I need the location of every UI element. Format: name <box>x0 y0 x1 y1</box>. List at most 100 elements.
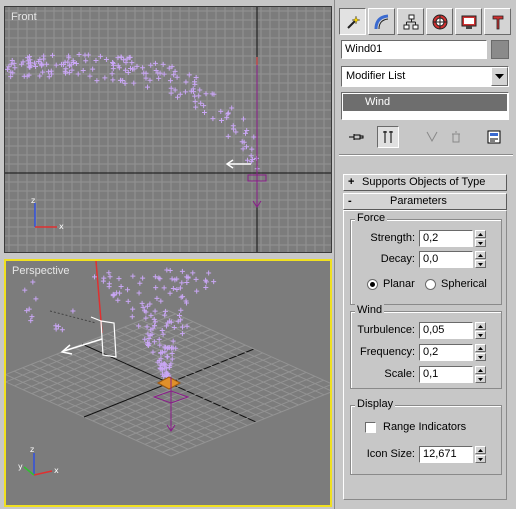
motion-icon <box>432 14 447 29</box>
display-icon <box>461 15 476 29</box>
range-indicators-label[interactable]: Range Indicators <box>383 421 466 433</box>
decay-spinner[interactable] <box>475 251 486 268</box>
particle <box>143 315 149 321</box>
modifier-stack[interactable]: Wind <box>341 92 509 120</box>
object-name-field[interactable]: Wind01 <box>341 40 487 59</box>
particle <box>183 79 189 85</box>
strength-input[interactable]: 0,2 <box>419 230 473 247</box>
particle <box>106 270 112 276</box>
particle <box>117 290 123 296</box>
front-viewport-label[interactable]: Front <box>11 11 37 23</box>
turbulence-input[interactable]: 0,05 <box>419 322 473 339</box>
frequency-input[interactable]: 0,2 <box>419 344 473 361</box>
particle <box>174 74 180 80</box>
icon-size-label: Icon Size: <box>366 448 415 460</box>
decay-row: Decay: 0,0 <box>351 251 501 269</box>
particle <box>123 60 129 66</box>
scale-spinner[interactable] <box>475 366 486 383</box>
particle <box>90 66 96 72</box>
particle <box>152 274 158 280</box>
show-end-result-button[interactable] <box>377 126 399 148</box>
rollout-collapse-icon: - <box>348 195 352 207</box>
make-unique-button[interactable] <box>421 126 443 148</box>
particle <box>110 77 116 83</box>
hierarchy-tab[interactable] <box>397 8 424 35</box>
spherical-radio[interactable] <box>425 279 436 290</box>
utilities-icon <box>492 15 503 29</box>
particle <box>107 274 113 280</box>
rollout-expand-icon: + <box>348 176 355 188</box>
particle <box>29 314 35 320</box>
particle <box>130 273 136 279</box>
pin-stack-button[interactable] <box>345 126 367 148</box>
show-end-result-icon <box>383 131 393 143</box>
motion-tab[interactable] <box>426 8 453 35</box>
particle <box>131 80 137 86</box>
particle <box>240 116 246 122</box>
particle <box>59 327 65 333</box>
icon-size-input[interactable]: 12,671 <box>419 446 473 463</box>
particle <box>8 61 14 67</box>
particle <box>139 300 145 306</box>
turbulence-label: Turbulence: <box>357 324 415 336</box>
axis-x-label: x <box>54 466 59 475</box>
grid-line <box>162 384 330 453</box>
chevron-down-icon[interactable] <box>491 67 508 86</box>
frequency-spinner[interactable] <box>475 344 486 361</box>
display-tab[interactable] <box>455 8 482 35</box>
configure-icon <box>487 130 501 144</box>
make-unique-icon <box>426 131 438 143</box>
planar-radio[interactable] <box>367 279 378 290</box>
spherical-label[interactable]: Spherical <box>441 278 487 290</box>
axis-x-icon <box>33 470 53 476</box>
parameters-rollout-body: Force Strength: 0,2 Decay: 0,0 Planar Sp… <box>343 210 507 500</box>
particle <box>46 74 52 80</box>
turbulence-row: Turbulence: 0,05 <box>351 322 501 340</box>
decay-input[interactable]: 0,0 <box>419 251 473 268</box>
particle <box>193 276 199 282</box>
particle <box>253 155 259 161</box>
particle <box>196 93 202 99</box>
front-viewport-canvas[interactable]: zx <box>5 7 331 252</box>
scale-input[interactable]: 0,1 <box>419 366 473 383</box>
turbulence-spinner[interactable] <box>475 322 486 339</box>
object-color-swatch[interactable] <box>491 40 509 59</box>
particle <box>210 116 216 122</box>
particle <box>129 314 135 320</box>
modifier-list-dropdown[interactable]: Modifier List <box>341 66 509 87</box>
rollout-parameters[interactable]: - Parameters <box>343 193 507 210</box>
stack-toolbar <box>341 124 509 148</box>
perspective-viewport-label[interactable]: Perspective <box>12 265 69 277</box>
particle <box>116 276 122 282</box>
utilities-tab[interactable] <box>484 8 511 35</box>
force-type-row: Planar Spherical <box>351 277 501 295</box>
perspective-viewport-canvas[interactable]: z x y <box>6 261 330 505</box>
range-indicators-checkbox[interactable] <box>365 422 376 433</box>
particle <box>184 280 190 286</box>
configure-modifier-sets-button[interactable] <box>483 126 505 148</box>
range-indicators-row: Range Indicators <box>351 420 501 438</box>
particle <box>147 301 153 307</box>
perspective-viewport[interactable]: Perspective z x y <box>4 259 332 507</box>
particle <box>115 297 121 303</box>
particle <box>110 293 116 299</box>
create-tab[interactable] <box>339 8 366 35</box>
modify-tab[interactable] <box>368 8 395 35</box>
stack-item-wind[interactable]: Wind <box>343 94 507 111</box>
particle <box>100 278 106 284</box>
particle <box>156 275 162 281</box>
planar-label[interactable]: Planar <box>383 278 415 290</box>
trash-icon <box>452 131 460 143</box>
grid-line <box>153 379 324 449</box>
particle <box>110 60 116 66</box>
command-panel: Wind01 Modifier List Wind + Supports Obje… <box>334 0 516 509</box>
rollout-supports-objects[interactable]: + Supports Objects of Type <box>343 174 507 191</box>
strength-spinner[interactable] <box>475 230 486 247</box>
wind-group: Wind Turbulence: 0,05 Frequency: 0,2 Sca… <box>350 304 502 389</box>
particle <box>121 57 127 63</box>
particle <box>144 303 150 309</box>
wind-plane-icon <box>90 316 117 358</box>
remove-modifier-button[interactable] <box>445 126 467 148</box>
front-viewport[interactable]: Front zx <box>4 6 332 253</box>
icon-size-spinner[interactable] <box>475 446 486 463</box>
